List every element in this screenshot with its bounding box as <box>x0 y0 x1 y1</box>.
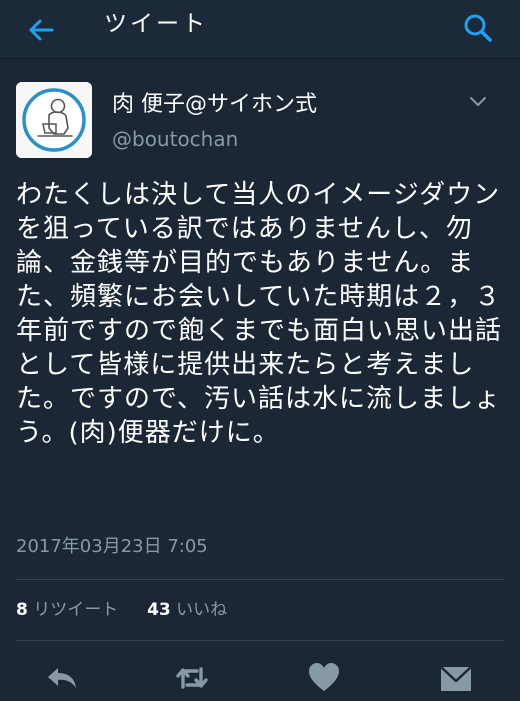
avatar[interactable] <box>16 82 92 158</box>
likes-count[interactable]: 43 <box>147 600 171 620</box>
divider <box>16 579 504 580</box>
search-icon <box>464 14 492 42</box>
tweet-text: わたくしは決して当人のイメージダウンを狙っている訳ではありませんし、勿論、金銭等… <box>16 180 503 448</box>
retweets-label[interactable]: リツイート <box>33 600 118 620</box>
retweet-icon <box>176 667 208 689</box>
like-button[interactable] <box>306 660 342 696</box>
chevron-down-icon <box>470 97 486 106</box>
retweet-button[interactable] <box>174 660 210 696</box>
retweets-count[interactable]: 8 <box>16 600 28 620</box>
divider <box>16 640 504 641</box>
tweet-stats: 8 リツイート 43 いいね <box>16 598 227 622</box>
direct-message-button[interactable] <box>438 660 474 696</box>
author-handle[interactable]: @boutochan <box>112 126 238 152</box>
reply-button[interactable] <box>44 660 80 696</box>
likes-label[interactable]: いいね <box>176 600 227 620</box>
page-title: ツイート <box>104 11 208 37</box>
back-arrow-icon <box>29 19 54 41</box>
tweet-menu-button[interactable] <box>466 90 490 114</box>
avatar-image <box>16 82 92 158</box>
reply-icon <box>48 668 76 688</box>
envelope-icon <box>440 666 472 691</box>
author-name[interactable]: 肉 便子@サイホン式 <box>112 91 317 119</box>
tweet-timestamp: 2017年03月23日 7:05 <box>16 536 208 557</box>
heart-icon <box>309 663 339 691</box>
search-button[interactable] <box>458 8 498 48</box>
back-button[interactable] <box>22 10 62 50</box>
top-bar: ツイート <box>0 0 520 59</box>
